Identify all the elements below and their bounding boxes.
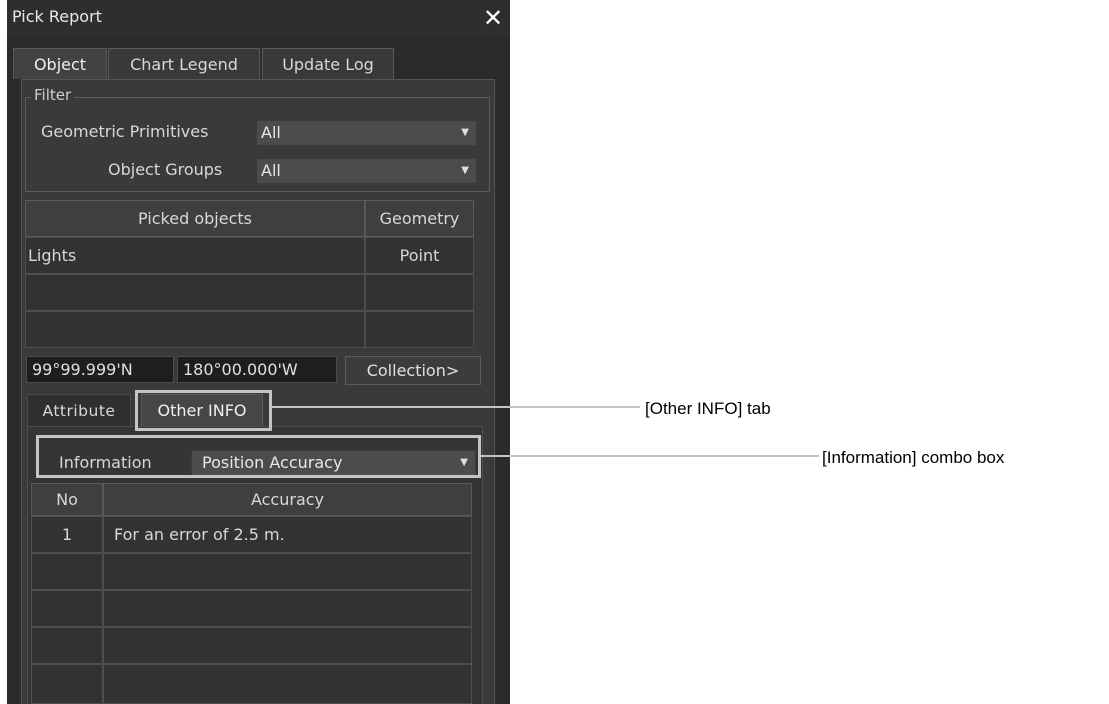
accuracy-value: [103, 664, 472, 704]
other-info-callout-label: [Other INFO] tab: [645, 399, 771, 418]
picked-object-geometry: [365, 311, 474, 348]
accuracy-no: 1: [31, 516, 103, 553]
filter-legend: Filter: [31, 86, 75, 104]
picked-object-geometry: Point: [365, 237, 474, 274]
geometric-primitives-value: All: [261, 123, 281, 142]
picked-object-name: [25, 274, 365, 311]
tab-object[interactable]: Object: [13, 48, 107, 79]
object-groups-combo[interactable]: All ▼: [256, 158, 477, 184]
picked-object-geometry: [365, 274, 474, 311]
object-groups-value: All: [261, 161, 281, 180]
other-info-callout-line: [272, 406, 640, 408]
collection-button[interactable]: Collection>: [345, 356, 481, 385]
accuracy-value: [103, 553, 472, 590]
accuracy-no: [31, 553, 103, 590]
geometric-primitives-combo[interactable]: All ▼: [256, 120, 477, 146]
pick-report-window: Pick Report ✕ Object Chart Legend Update…: [7, 0, 510, 704]
longitude-display: 180°00.000'W: [177, 356, 337, 383]
accuracy-no: [31, 664, 103, 704]
information-callout-label: [Information] combo box: [822, 448, 1005, 467]
information-callout-line: [481, 455, 819, 457]
other-info-tab-highlight: [135, 390, 272, 431]
close-icon[interactable]: ✕: [479, 0, 507, 36]
tab-update-log[interactable]: Update Log: [262, 48, 394, 79]
latitude-display: 99°99.999'N: [26, 356, 174, 383]
picked-object-name: Lights: [25, 237, 365, 274]
accuracy-header: Accuracy: [103, 483, 472, 516]
object-groups-label: Object Groups: [108, 160, 223, 179]
tab-attribute[interactable]: Attribute: [27, 394, 131, 426]
accuracy-value: For an error of 2.5 m.: [103, 516, 472, 553]
title-bar: Pick Report ✕: [7, 0, 510, 36]
no-header: No: [31, 483, 103, 516]
chevron-down-icon: ▼: [461, 127, 469, 138]
accuracy-value: [103, 590, 472, 627]
picked-object-name: [25, 311, 365, 348]
geometry-header: Geometry: [365, 200, 474, 237]
accuracy-value: [103, 627, 472, 664]
window-title: Pick Report: [12, 7, 102, 26]
chevron-down-icon: ▼: [461, 165, 469, 176]
tab-chart-legend[interactable]: Chart Legend: [108, 48, 260, 79]
information-combo-highlight: [36, 435, 481, 478]
picked-objects-header: Picked objects: [25, 200, 365, 237]
accuracy-no: [31, 627, 103, 664]
accuracy-no: [31, 590, 103, 627]
geometric-primitives-label: Geometric Primitives: [41, 122, 209, 141]
